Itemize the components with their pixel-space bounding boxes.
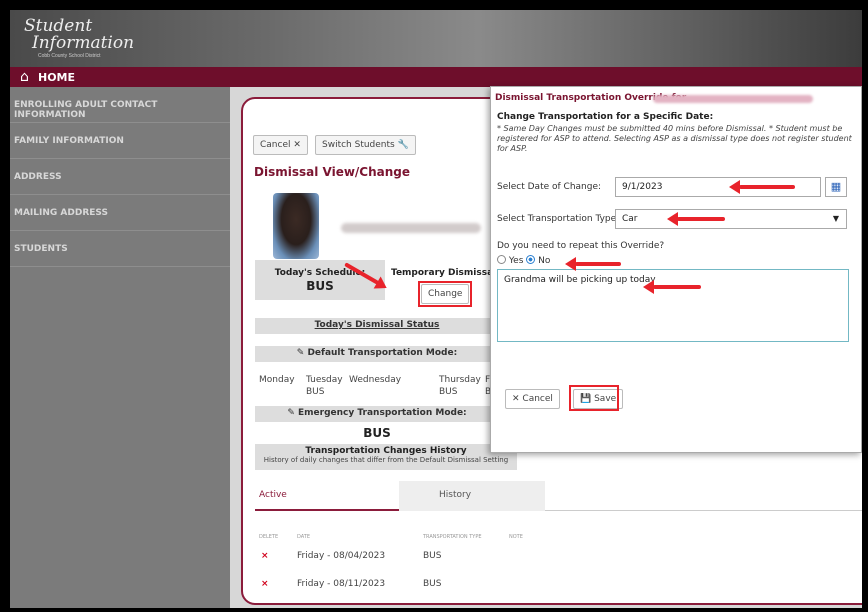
day-thursday: Thursday BUS (439, 374, 481, 398)
emergency-transportation-value: BUS (363, 426, 391, 440)
day-tuesday: Tuesday BUS (306, 374, 343, 398)
repeat-label: Do you need to repeat this Override? (497, 241, 665, 251)
pencil-icon: ✎ (296, 348, 305, 358)
day-name: Thursday (439, 375, 481, 385)
transportation-type-label: Select Transportation Type: (497, 214, 620, 224)
repeat-yes-radio[interactable] (497, 255, 506, 264)
day-monday: Monday (259, 374, 295, 386)
annotation-arrow-type (667, 212, 725, 226)
student-name-redacted (341, 223, 481, 233)
todays-schedule-value: BUS (306, 279, 334, 293)
modal-cancel-label: Cancel (522, 394, 553, 404)
tab-history[interactable]: History (399, 481, 545, 511)
sidebar-item-enrolling-adult[interactable]: ENROLLING ADULT CONTACT INFORMATION (10, 87, 230, 123)
transportation-type-value: Car (622, 214, 638, 224)
home-bar[interactable]: ⌂ HOME (10, 67, 862, 87)
modal-subtitle: Change Transportation for a Specific Dat… (497, 112, 714, 122)
modal-student-name-redacted (653, 95, 813, 103)
close-icon: ✕ (512, 394, 520, 404)
repeat-no-label[interactable]: No (538, 256, 550, 266)
default-transportation-header: ✎ Default Transportation Mode: (255, 346, 499, 362)
day-name: Wednesday (349, 375, 402, 385)
calendar-icon[interactable]: ▦ (825, 177, 847, 197)
header-banner: Student Information Cobb County School D… (10, 10, 862, 67)
row-date: Friday - 08/11/2023 (297, 579, 386, 589)
default-transportation-label: Default Transportation Mode: (307, 348, 458, 358)
annotation-arrow-note (643, 280, 701, 294)
transportation-type-select[interactable]: Car ▼ (615, 209, 847, 229)
modal-cancel-button[interactable]: ✕ Cancel (505, 389, 560, 409)
sidebar: ENROLLING ADULT CONTACT INFORMATION FAMI… (10, 87, 230, 608)
column-header-note: NOTE (509, 534, 523, 540)
logo-line-2: Information (32, 33, 135, 53)
cancel-button-label: Cancel (260, 140, 291, 150)
delete-row-button[interactable]: × (261, 579, 269, 589)
column-header-date: DATE (297, 534, 311, 540)
history-tabs: Active History (255, 481, 862, 511)
history-title: Transportation Changes History (305, 446, 467, 456)
logo-district: Cobb County School District (38, 53, 101, 59)
annotation-highlight-change (418, 281, 472, 307)
app-frame: Student Information Cobb County School D… (10, 10, 862, 608)
row-transportation-type: BUS (423, 551, 442, 561)
annotation-arrow-repeat (565, 257, 621, 271)
row-date: Friday - 08/04/2023 (297, 551, 386, 561)
cancel-button[interactable]: Cancel ✕ (253, 135, 308, 155)
annotation-arrow-date (729, 180, 795, 194)
day-value: BUS (306, 387, 325, 397)
delete-row-button[interactable]: × (261, 551, 269, 561)
history-subtitle: History of daily changes that differ fro… (263, 456, 509, 464)
day-value: BUS (439, 387, 458, 397)
emergency-transportation-label: Emergency Transportation Mode: (298, 408, 467, 418)
day-wednesday: Wednesday (349, 374, 401, 386)
sidebar-item-address[interactable]: ADDRESS (10, 159, 230, 195)
page-title: Dismissal View/Change (254, 165, 411, 179)
pencil-icon: ✎ (287, 408, 295, 418)
day-name: Tuesday (306, 375, 343, 385)
override-modal: Dismissal Transportation Override for Ch… (490, 86, 862, 453)
sidebar-item-family-information[interactable]: FAMILY INFORMATION (10, 123, 230, 159)
note-textarea[interactable]: Grandma will be picking up today (497, 269, 849, 342)
sidebar-item-mailing-address[interactable]: MAILING ADDRESS (10, 195, 230, 231)
day-name: Monday (259, 375, 295, 385)
column-header-transportation-type: TRANSPORTATION TYPE (423, 534, 482, 540)
row-transportation-type: BUS (423, 579, 442, 589)
emergency-transportation-header: ✎ Emergency Transportation Mode: (255, 406, 499, 422)
tab-active[interactable]: Active (255, 481, 399, 511)
todays-schedule-box: Today's Schedule: BUS (255, 260, 385, 300)
todays-dismissal-status-link[interactable]: Today's Dismissal Status (255, 318, 499, 334)
switch-students-label: Switch Students (322, 140, 395, 150)
home-link[interactable]: HOME (38, 71, 75, 84)
date-label: Select Date of Change: (497, 182, 602, 192)
switch-students-button[interactable]: Switch Students 🔧 (315, 135, 416, 155)
home-icon[interactable]: ⌂ (20, 69, 29, 85)
chevron-down-icon: ▼ (832, 214, 839, 223)
modal-note: * Same Day Changes must be submitted 40 … (497, 124, 852, 153)
student-photo (273, 193, 319, 259)
sidebar-item-students[interactable]: STUDENTS (10, 231, 230, 267)
repeat-no-radio[interactable] (526, 255, 536, 264)
wrench-icon: 🔧 (397, 140, 409, 150)
close-icon: ✕ (293, 140, 301, 150)
repeat-radio-group: Yes No (497, 255, 550, 266)
history-box: Transportation Changes History History o… (255, 444, 517, 470)
repeat-yes-label[interactable]: Yes (509, 256, 524, 266)
annotation-highlight-save (569, 385, 619, 411)
app-logo[interactable]: Student Information Cobb County School D… (24, 18, 134, 60)
column-header-delete: DELETE (259, 534, 279, 540)
